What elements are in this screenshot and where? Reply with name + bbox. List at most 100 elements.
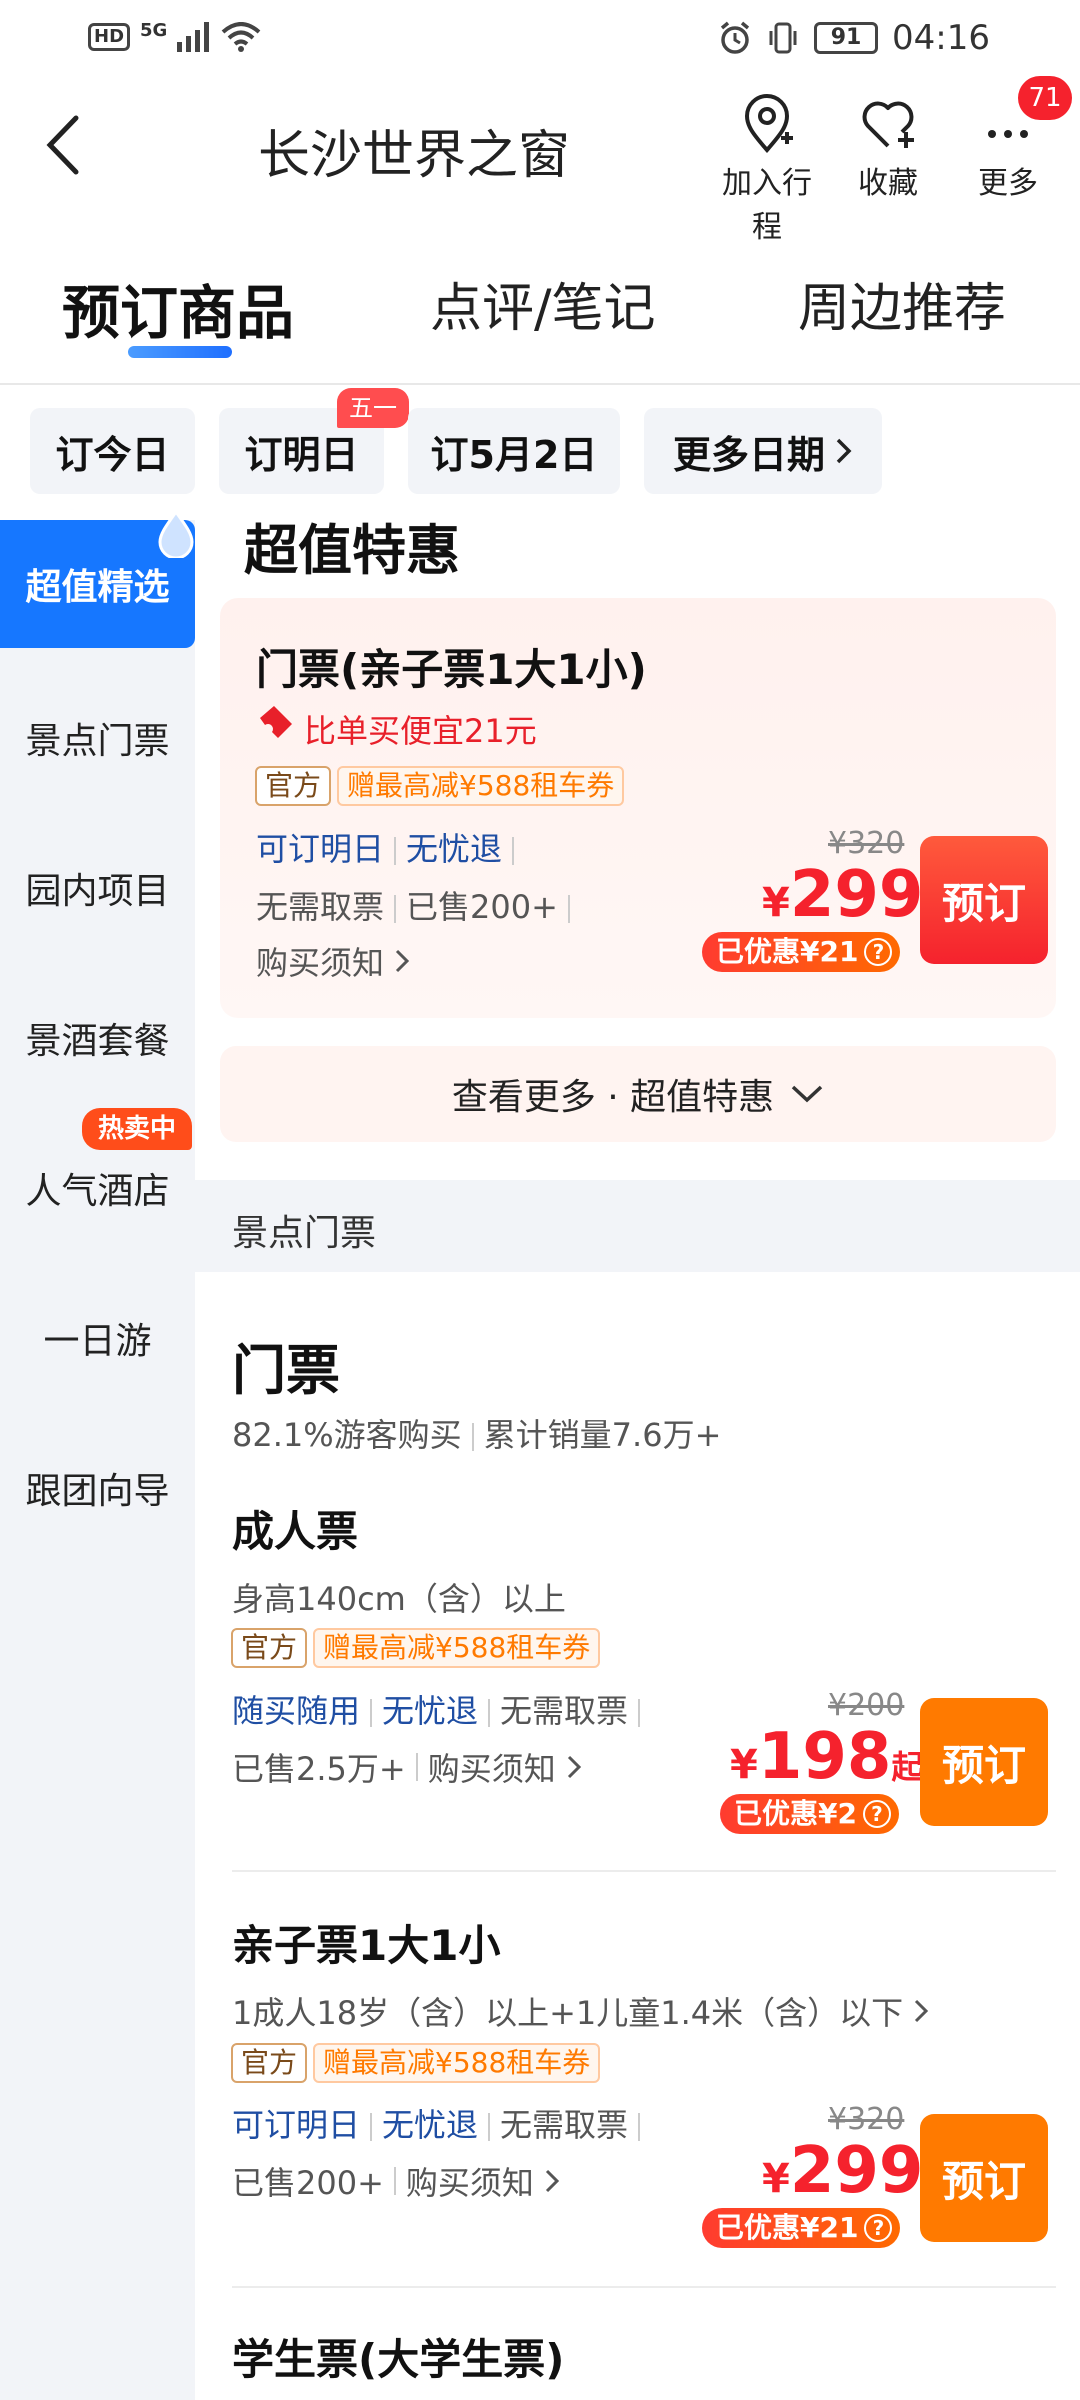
purchase-notice-label: 购买须知 — [256, 944, 385, 982]
heart-plus-icon — [862, 101, 914, 148]
book-today-chip[interactable]: 订今日 — [30, 408, 195, 494]
view-more-deals-button[interactable]: 查看更多 · 超值特惠 — [220, 1046, 1056, 1142]
adult-ticket-title[interactable]: 成人票 — [232, 1498, 358, 1559]
add-to-trip-button[interactable]: 加入行程 — [712, 94, 822, 246]
vibrate-icon — [769, 22, 797, 54]
favorite-button[interactable]: 收藏 — [833, 94, 943, 202]
adult-features: 随买随用 无忧退 无需取票 — [232, 1686, 650, 1732]
holiday-badge: 五一 — [337, 388, 409, 428]
savings-text: 比单买便宜21元 — [304, 712, 537, 750]
ticket-stats: 82.1%游客购买 累计销量7.6万+ — [232, 1410, 721, 1456]
original-price: ¥200 — [828, 1688, 905, 1723]
total-sales: 累计销量7.6万+ — [483, 1416, 722, 1454]
chevron-down-icon — [791, 1085, 823, 1103]
view-more-label: 查看更多 · 超值特惠 — [451, 1077, 775, 1118]
feature-free-refund: 无忧退 — [382, 1692, 479, 1730]
tab-reviews[interactable]: 点评/笔记 — [430, 266, 656, 341]
clock: 04:16 — [892, 18, 990, 58]
ticket-icon — [260, 706, 292, 738]
map-pin-plus-icon — [744, 94, 793, 154]
chevron-right-icon — [836, 438, 852, 464]
chevron-right-icon — [915, 1999, 929, 2023]
notification-badge: 71 — [1018, 76, 1072, 120]
feature-no-pickup: 无需取票 — [500, 2106, 629, 2144]
sold-count: 已售200+ — [406, 888, 558, 926]
book-family-button[interactable]: 预订 — [920, 2114, 1048, 2242]
feature-use-anytime: 随买随用 — [232, 1692, 361, 1730]
purchase-notice-link[interactable]: 购买须知 — [406, 2158, 534, 2204]
gift-coupon-tag: 赠最高减¥588租车券 — [313, 2043, 601, 2083]
price: ¥299 — [762, 858, 924, 932]
network-label: 5G — [140, 19, 168, 41]
discount-badge: 已优惠¥2? — [720, 1794, 899, 1834]
family-ticket-desc[interactable]: 1成人18岁（含）以上+1儿童1.4米（含）以下 — [232, 1988, 929, 2034]
sidebar-item-guides[interactable]: 跟团向导 — [0, 1462, 195, 1514]
page-title: 长沙世界之窗 — [258, 126, 571, 186]
divider — [232, 2286, 1056, 2288]
chevron-right-icon — [545, 2169, 560, 2193]
wifi-icon — [222, 22, 261, 52]
back-button[interactable] — [40, 110, 100, 190]
sidebar-item-hotel-packages[interactable]: 景酒套餐 — [0, 1012, 195, 1064]
alarm-icon — [720, 21, 750, 54]
gift-coupon-tag: 赠最高减¥588租车券 — [313, 1628, 601, 1668]
sidebar-item-tickets[interactable]: 景点门票 — [0, 712, 195, 764]
tab-booking[interactable]: 预订商品 — [62, 266, 294, 350]
purchase-notice-link[interactable]: 购买须知 — [256, 938, 410, 984]
feature-book-tomorrow: 可订明日 — [232, 2106, 361, 2144]
chevron-right-icon — [567, 1755, 581, 1779]
tab-bar: 预订商品 点评/笔记 周边推荐 — [0, 240, 1080, 385]
student-ticket-title[interactable]: 学生票(大学生票) — [232, 2326, 564, 2387]
family-features: 可订明日 无忧退 无需取票 — [232, 2100, 650, 2146]
help-icon[interactable]: ? — [862, 1800, 891, 1828]
adult-ticket-desc: 身高140cm（含）以上 — [232, 1580, 566, 1618]
signal-icon — [177, 22, 210, 52]
feature-no-pickup: 无需取票 — [256, 888, 385, 926]
buy-rate: 82.1%游客购买 — [232, 1416, 462, 1454]
help-icon[interactable]: ? — [864, 938, 893, 966]
water-drop-icon — [158, 510, 194, 558]
sidebar-item-park-activities[interactable]: 园内项目 — [0, 862, 195, 914]
tab-nearby[interactable]: 周边推荐 — [798, 266, 1006, 341]
favorite-label: 收藏 — [858, 166, 918, 201]
deal-product-title[interactable]: 门票(亲子票1大1小) — [256, 636, 647, 697]
sidebar-item-hotels[interactable]: 人气酒店 — [0, 1162, 195, 1214]
more-label: 更多 — [978, 166, 1038, 201]
sold-count: 已售200+ — [232, 2164, 384, 2202]
add-to-trip-label: 加入行程 — [722, 166, 812, 245]
price: ¥198起 — [730, 1720, 924, 1794]
feature-book-tomorrow: 可订明日 — [256, 830, 385, 868]
purchase-notice-link[interactable]: 购买须知 — [428, 1744, 556, 1790]
sidebar-item-day-tours[interactable]: 一日游 — [0, 1312, 195, 1364]
feature-free-refund: 无忧退 — [406, 830, 503, 868]
original-price: ¥320 — [828, 826, 905, 861]
book-adult-button[interactable]: 预订 — [920, 1698, 1048, 1826]
more-dates-label: 更多日期 — [672, 432, 825, 477]
gift-coupon-tag: 赠最高减¥588租车券 — [337, 766, 625, 806]
book-button[interactable]: 预订 — [920, 836, 1048, 964]
battery-icon: 91 — [814, 22, 879, 54]
chevron-right-icon — [395, 949, 410, 973]
book-may2-chip[interactable]: 订5月2日 — [408, 408, 620, 494]
original-price: ¥320 — [828, 2102, 905, 2137]
feature-no-pickup: 无需取票 — [500, 1692, 629, 1730]
more-dates-chip[interactable]: 更多日期 — [644, 408, 882, 494]
family-info: 已售200+ 购买须知 — [232, 2158, 560, 2204]
help-icon[interactable]: ? — [864, 2214, 893, 2242]
title-bar: 长沙世界之窗 加入行程 收藏 更多 — [0, 80, 1080, 245]
status-bar: HD 5G 91 04:16 — [0, 0, 1080, 80]
hot-selling-tag: 热卖中 — [82, 1108, 192, 1150]
discount-badge: 已优惠¥21? — [702, 2208, 901, 2248]
hd-indicator: HD — [88, 23, 131, 51]
official-tag: 官方 — [255, 766, 332, 806]
official-tag: 官方 — [231, 1628, 308, 1668]
divider — [232, 1870, 1056, 1872]
family-ticket-title[interactable]: 亲子票1大1小 — [232, 1912, 500, 1973]
active-tab-indicator — [128, 346, 232, 358]
discount-badge: 已优惠¥21? — [702, 932, 901, 972]
family-desc-text: 1成人18岁（含）以上+1儿童1.4米（含）以下 — [232, 1994, 904, 2032]
tickets-section-label: 景点门票 — [232, 1213, 377, 1254]
price: ¥299 — [762, 2134, 924, 2208]
tickets-title: 门票 — [232, 1339, 340, 1402]
adult-info: 已售2.5万+ 购买须知 — [232, 1744, 582, 1790]
